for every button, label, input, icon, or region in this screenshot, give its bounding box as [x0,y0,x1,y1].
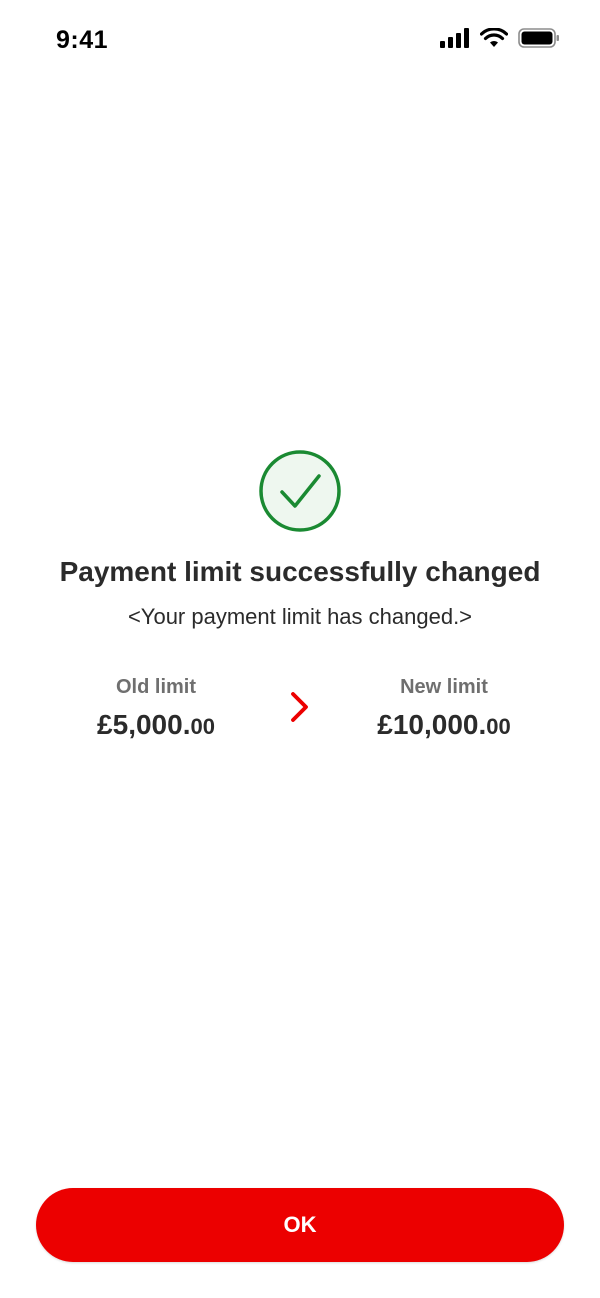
old-limit: Old limit £5,000.00 [56,676,256,741]
wifi-icon [480,28,508,47]
new-limit-pounds: £10,000. [377,709,487,740]
page-subtitle: <Your payment limit has changed.> [127,604,473,629]
old-limit-pence: 00 [190,714,215,739]
old-limit-amount: £5,000.00 [56,709,256,741]
status-time: 9:41 [56,26,109,54]
battery-icon [518,28,559,48]
new-limit-label: New limit [400,676,488,698]
page-title: Payment limit successfully changed [59,556,541,587]
payment-limit-success-screen: 9:41 Payment limit successfully changed … [0,0,600,1298]
signal-icon [440,28,469,48]
new-limit-pence: 00 [486,714,511,739]
new-limit-amount: £10,000.00 [344,709,544,741]
chevron-right-icon [291,692,308,722]
status-icons [440,28,560,48]
ok-button[interactable]: OK [36,1188,564,1262]
old-limit-pounds: £5,000. [97,709,191,740]
status-bar: 9:41 [0,0,600,80]
new-limit: New limit £10,000.00 [344,676,544,741]
check-circle-icon [259,450,341,532]
old-limit-label: Old limit [116,676,196,698]
